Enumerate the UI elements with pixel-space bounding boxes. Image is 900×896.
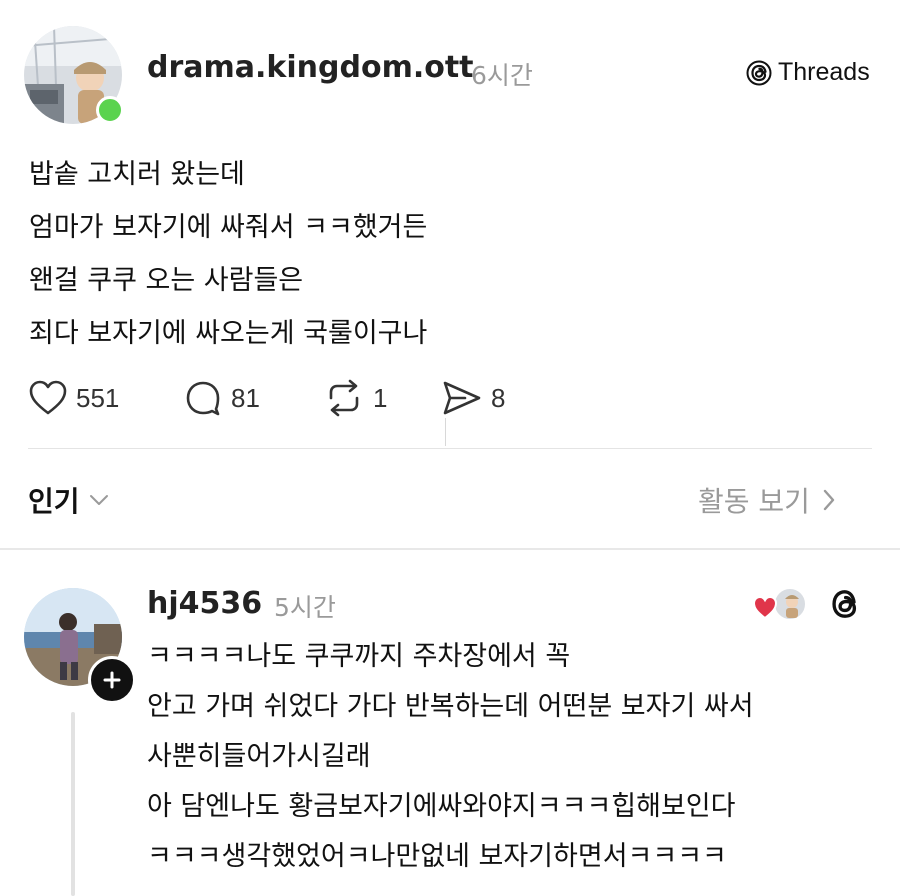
view-activity-label: 활동 보기: [698, 485, 810, 518]
share-count: 8: [491, 382, 506, 413]
reply-line: 안고 가며 쉬었다 가다 반복하는데 어떤분 보자기 싸서: [147, 691, 754, 722]
follow-plus-button[interactable]: [88, 656, 136, 704]
threads-brand-badge: Threads: [746, 58, 870, 87]
like-button[interactable]: 551: [28, 379, 183, 417]
reply-line: ㅋㅋㅋ생각했었어ㅋ나만없네 보자기하면서ㅋㅋㅋㅋ: [147, 841, 727, 872]
share-icon: [443, 381, 481, 415]
view-activity-link[interactable]: 활동 보기: [698, 480, 836, 520]
reply-time: 5시간: [274, 593, 336, 622]
threads-logo-icon: [746, 60, 772, 85]
post-line: 죄다 보자기에 싸오는게 국룰이구나: [29, 318, 428, 349]
author-username[interactable]: drama.kingdom.ott: [147, 50, 474, 85]
heart-icon: [752, 595, 778, 620]
comment-count: 81: [231, 382, 260, 413]
reply-line: ㅋㅋㅋㅋ나도 쿠쿠까지 주차장에서 꼭: [147, 641, 571, 672]
online-status-dot: [96, 96, 124, 124]
reply-line: 사뿐히들어가시길래: [147, 741, 371, 772]
repost-count: 1: [373, 382, 388, 413]
like-count: 551: [76, 382, 120, 413]
repost-button[interactable]: 1: [323, 378, 441, 418]
post-line: 왠걸 쿠쿠 오는 사람들은: [29, 265, 304, 296]
divider-tick: [445, 418, 446, 446]
post-line: 엄마가 보자기에 싸줘서 ㅋㅋ했거든: [29, 212, 428, 243]
comment-button[interactable]: 81: [183, 378, 323, 418]
post-line: 밥솥 고치러 왔는데: [29, 159, 245, 190]
share-button[interactable]: 8: [441, 378, 531, 418]
threads-brand-label: Threads: [778, 58, 870, 86]
divider: [28, 448, 872, 449]
chevron-right-icon: [823, 489, 835, 511]
plus-icon: [103, 671, 121, 689]
section-divider: [0, 548, 900, 550]
comment-icon: [186, 381, 220, 416]
heart-icon: [29, 380, 67, 415]
sort-dropdown[interactable]: 인기: [28, 480, 110, 520]
post-actions: 551 81 1 8: [28, 376, 531, 420]
reply-username[interactable]: hj4536: [147, 586, 262, 621]
chevron-down-icon: [89, 495, 108, 505]
author-liked-indicator: [752, 586, 810, 622]
post-content: 밥솥 고치러 왔는데 엄마가 보자기에 싸줘서 ㅋㅋ했거든 왠걸 쿠쿠 오는 사…: [29, 148, 427, 360]
post-time: 6시간: [471, 61, 533, 90]
repost-icon: [329, 379, 359, 417]
thread-connector-line: [71, 712, 75, 896]
reply-content: ㅋㅋㅋㅋ나도 쿠쿠까지 주차장에서 꼭 안고 가며 쉬었다 가다 반복하는데 어…: [147, 632, 754, 882]
reply-line: 아 담엔나도 황금보자기에싸와야지ㅋㅋㅋ힙해보인다: [147, 791, 736, 822]
threads-logo-icon[interactable]: [828, 586, 862, 626]
sort-label: 인기: [28, 485, 80, 518]
